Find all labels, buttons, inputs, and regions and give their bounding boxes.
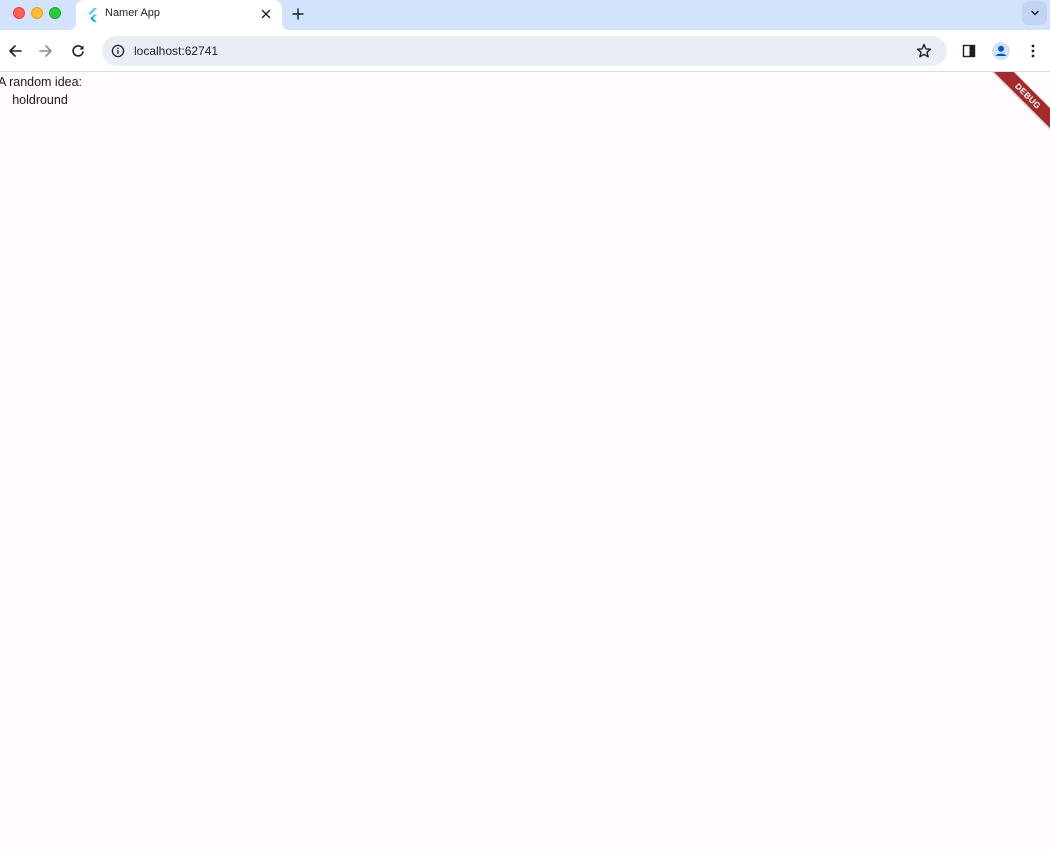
- address-bar[interactable]: localhost:62741: [102, 36, 947, 66]
- content-column: A random idea: holdround: [0, 73, 84, 109]
- flutter-logo-icon: [86, 7, 100, 23]
- forward-arrow-icon[interactable]: [35, 40, 57, 62]
- tab-strip: Namer App: [0, 0, 1050, 30]
- chevron-down-icon[interactable]: [1022, 1, 1047, 25]
- profile-avatar-icon[interactable]: [990, 40, 1012, 62]
- bookmark-star-icon[interactable]: [914, 41, 934, 61]
- plus-icon[interactable]: [288, 4, 308, 24]
- window-minimize-button[interactable]: [31, 7, 43, 19]
- app-page: A random idea: holdround DEBUG: [0, 72, 1050, 849]
- window-close-button[interactable]: [13, 7, 25, 19]
- tab-namer-app[interactable]: Namer App: [68, 0, 290, 30]
- url-text[interactable]: localhost:62741: [134, 44, 218, 58]
- random-word: holdround: [12, 93, 68, 107]
- site-info-icon[interactable]: [108, 41, 128, 61]
- reload-icon[interactable]: [67, 40, 89, 62]
- browser-toolbar: localhost:62741: [0, 30, 1050, 72]
- kebab-menu-icon[interactable]: [1022, 40, 1044, 62]
- browser-window: Namer App localhost:62741 A random idea:…: [0, 0, 1050, 849]
- back-arrow-icon[interactable]: [4, 40, 26, 62]
- tab-title: Namer App: [105, 7, 161, 19]
- side-panel-icon[interactable]: [958, 40, 980, 62]
- random-idea-label: A random idea:: [0, 75, 83, 89]
- debug-banner: DEBUG: [986, 72, 1050, 138]
- close-icon[interactable]: [257, 5, 275, 23]
- window-maximize-button[interactable]: [49, 7, 61, 19]
